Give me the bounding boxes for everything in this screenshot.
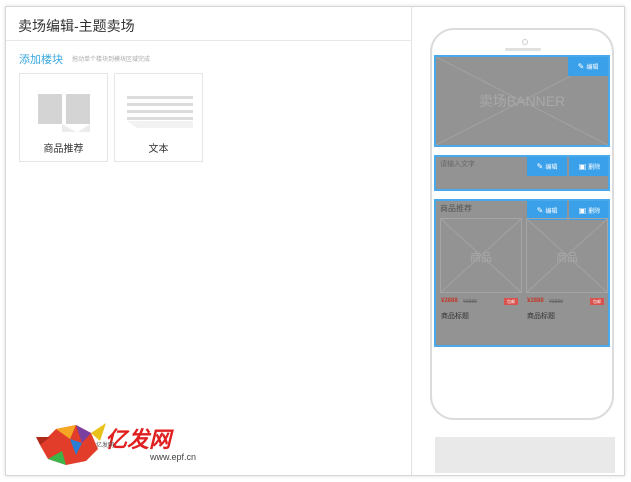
product-price: ¥2888	[441, 298, 458, 304]
phone-mockup: 卖场BANNER ✎ 编辑 请输入文字 ✎ 编辑 ▣ 删除 商品推荐 ✎ 编辑 …	[430, 28, 614, 420]
banner-edit-button[interactable]: ✎ 编辑	[568, 57, 608, 76]
add-module-hint: 拖动单个楼块到模块区域完成	[72, 57, 151, 63]
watermark-small: 亿发网	[96, 443, 115, 449]
title-divider	[6, 40, 412, 41]
next-preview-block	[435, 437, 615, 473]
recommend-module[interactable]: 商品推荐 ✎ 编辑 ▣ 删除 商品 ¥2888 ¥3888 包邮 商品标题 商品…	[434, 199, 610, 347]
product-name[interactable]: 商品标题	[527, 311, 555, 321]
trash-icon: ▣	[578, 206, 587, 215]
text-module[interactable]: 请输入文字 ✎ 编辑 ▣ 删除	[434, 155, 610, 191]
recommend-title: 商品推荐	[440, 204, 472, 213]
text-edit-button[interactable]: ✎ 编辑	[527, 157, 567, 176]
preview-panel: 卖场BANNER ✎ 编辑 请输入文字 ✎ 编辑 ▣ 删除 商品推荐 ✎ 编辑 …	[413, 7, 624, 475]
tile-label: 文本	[148, 144, 169, 155]
banner-module[interactable]: 卖场BANNER ✎ 编辑	[434, 55, 610, 147]
product-image-text: 商品	[470, 252, 492, 264]
add-module-link[interactable]: 添加楼块	[19, 51, 63, 67]
camera-dot	[522, 39, 528, 45]
product-image[interactable]: 商品	[440, 218, 522, 293]
watermark-url: www.epf.cn	[150, 452, 197, 462]
trash-icon: ▣	[578, 162, 587, 171]
pencil-icon: ✎	[577, 62, 585, 71]
editor-panel: 卖场编辑-主题卖场 添加楼块 拖动单个楼块到模块区域完成 商品推荐 文本	[6, 7, 412, 475]
text-delete-button[interactable]: ▣ 删除	[569, 157, 608, 176]
page-title: 卖场编辑-主题卖场	[18, 18, 135, 34]
product-image[interactable]: 商品	[526, 218, 608, 293]
product-tag: 包邮	[590, 298, 604, 305]
text-lines-icon	[127, 96, 193, 128]
text-module-placeholder: 请输入文字	[440, 161, 475, 168]
pencil-icon: ✎	[536, 206, 544, 215]
tile-product-recommend[interactable]: 商品推荐	[19, 73, 108, 162]
product-old-price: ¥3888	[463, 299, 477, 305]
banner-placeholder-text: 卖场BANNER	[478, 93, 566, 109]
watermark-brand: 亿发网	[105, 427, 172, 452]
product-image-text: 商品	[556, 252, 578, 264]
product-price: ¥2888	[527, 298, 544, 304]
product-name[interactable]: 商品标题	[441, 311, 469, 321]
tile-label: 商品推荐	[43, 144, 84, 155]
app-frame: 卖场编辑-主题卖场 添加楼块 拖动单个楼块到模块区域完成 商品推荐 文本 卖场B…	[5, 6, 625, 476]
tile-text[interactable]: 文本	[114, 73, 203, 162]
product-grid-icon	[38, 94, 90, 132]
pencil-icon: ✎	[536, 162, 544, 171]
speaker-bar	[505, 48, 541, 51]
product-tag: 包邮	[504, 298, 518, 305]
product-old-price: ¥3888	[549, 299, 563, 305]
